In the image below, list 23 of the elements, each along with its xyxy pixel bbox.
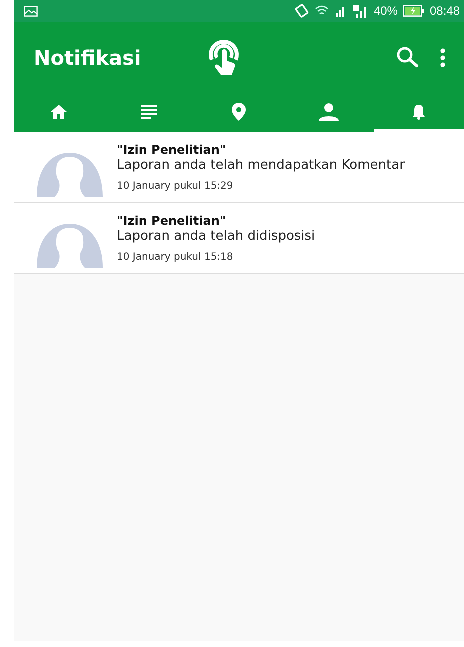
more-vertical-icon	[440, 48, 446, 68]
wifi-icon	[314, 5, 329, 17]
image-icon	[24, 6, 38, 16]
battery-percent: 40%	[374, 4, 398, 18]
notification-time: 10 January pukul 15:18	[117, 252, 234, 262]
vibrate-icon	[294, 4, 310, 18]
notification-title: "Izin Penelitian"	[117, 142, 228, 156]
signal-icon	[352, 4, 369, 18]
battery-charging-icon	[402, 5, 425, 17]
notification-message: Laporan anda telah mendapatkan Komentar	[117, 158, 405, 172]
notification-item[interactable]: "Izin Penelitian" Laporan anda telah didisposisi 10 January pukul 15:18	[14, 203, 464, 274]
notification-time: 10 January pukul 15:29	[117, 180, 234, 192]
notification-title: "Izin Penelitian"	[117, 214, 228, 228]
location-pin-icon	[232, 102, 246, 120]
screen-title: Notifikasi	[34, 46, 142, 70]
notification-item[interactable]: "Izin Penelitian" Laporan anda telah mendapatkan Komentar 10 January pukul 15:29	[14, 132, 464, 203]
search-icon	[396, 46, 420, 70]
person-icon	[318, 102, 340, 120]
home-icon	[50, 104, 68, 120]
notification-message: Laporan anda telah didisposisi	[117, 228, 316, 244]
list-icon	[141, 104, 157, 118]
clock: 08:48	[430, 4, 460, 18]
bell-icon	[412, 104, 426, 120]
